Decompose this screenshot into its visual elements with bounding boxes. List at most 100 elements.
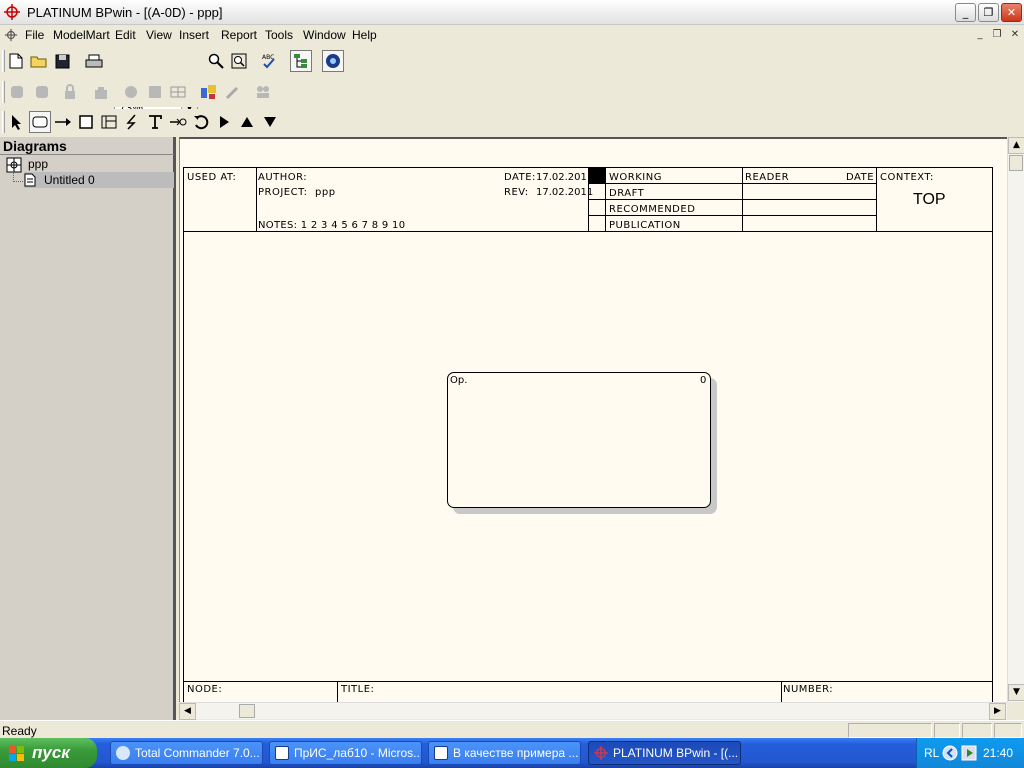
divider <box>0 154 174 155</box>
start-button[interactable]: пуск <box>0 738 97 768</box>
menu-tools[interactable]: Tools <box>265 28 293 42</box>
status-panel <box>962 723 992 738</box>
model-explorer-icon[interactable] <box>290 50 312 72</box>
document-control-icon[interactable] <box>4 28 18 42</box>
undo-icon[interactable] <box>190 111 212 133</box>
mm-merge-icon[interactable] <box>144 81 166 103</box>
restore-button[interactable]: ❐ <box>978 3 999 22</box>
status-working: WORKING <box>609 172 662 183</box>
external-ref-tool-icon[interactable] <box>98 111 120 133</box>
frame-line <box>256 168 257 231</box>
horizontal-scrollbar[interactable]: ◀ ▶ <box>179 702 1007 720</box>
vertical-scrollbar[interactable]: ▲ ▼ <box>1007 137 1024 702</box>
mm-connect-icon[interactable] <box>6 81 28 103</box>
panel-header: Diagrams <box>3 138 67 154</box>
diagram-tree-panel: Diagrams ppp Untitled 0 <box>0 137 176 720</box>
project-label: PROJECT: <box>258 187 308 198</box>
print-icon[interactable] <box>83 50 105 72</box>
activity-box[interactable]: Op. 0 <box>447 372 711 508</box>
total-commander-icon <box>116 746 130 760</box>
menu-help[interactable]: Help <box>352 28 377 42</box>
clock: 21:40 <box>983 746 1014 760</box>
minimize-button[interactable]: _ <box>955 3 976 22</box>
activity-box-tool-icon[interactable] <box>29 111 51 133</box>
new-file-icon[interactable] <box>5 50 27 72</box>
toolbar-grip[interactable] <box>2 111 5 133</box>
task-bpwin[interactable]: PLATINUM BPwin - [(... <box>588 741 741 765</box>
tree-item-untitled-0[interactable]: Untitled 0 <box>24 172 174 188</box>
go-to-parent-icon[interactable] <box>236 111 258 133</box>
mm-library-icon[interactable] <box>90 81 112 103</box>
title-bar[interactable]: PLATINUM BPwin - [(A-0D) - ppp] _ ❐ ✕ <box>0 0 1024 25</box>
rev-value: 17.02.2011 <box>536 187 594 198</box>
task-word-doc-2[interactable]: В качестве примера ... <box>428 741 581 765</box>
task-total-commander[interactable]: Total Commander 7.0... <box>110 741 263 765</box>
menu-file[interactable]: File <box>25 28 44 42</box>
menu-insert[interactable]: Insert <box>179 28 209 42</box>
mdi-minimize-icon[interactable]: _ <box>973 28 987 42</box>
tree-item-label: ppp <box>28 157 49 171</box>
scroll-left-icon[interactable]: ◀ <box>179 703 196 720</box>
zoom-fit-icon[interactable] <box>228 50 250 72</box>
menu-modelmart[interactable]: ModelMart <box>53 28 110 42</box>
mm-disconnect-icon[interactable] <box>31 81 53 103</box>
mm-save-icon[interactable] <box>120 81 142 103</box>
squiggle-tool-icon[interactable] <box>121 111 143 133</box>
node-label: NODE: <box>187 684 223 695</box>
mm-users-icon[interactable] <box>252 81 274 103</box>
menu-view[interactable]: View <box>146 28 172 42</box>
mm-grid-icon[interactable] <box>167 81 189 103</box>
task-label: ПрИС_лаб10 - Micros... <box>294 746 422 760</box>
scroll-thumb[interactable] <box>1009 155 1023 171</box>
word-icon <box>434 746 448 760</box>
mdi-restore-icon[interactable]: ❐ <box>990 28 1004 42</box>
status-publication: PUBLICATION <box>609 220 681 231</box>
scroll-down-icon[interactable]: ▼ <box>1008 684 1024 701</box>
context-value: TOP <box>913 191 946 208</box>
scroll-right-icon[interactable]: ▶ <box>989 703 1006 720</box>
tray-media-icon[interactable] <box>961 745 977 761</box>
standard-toolbar: 73% ▼ ABC <box>0 47 1024 118</box>
date-value: 17.02.2011 <box>536 172 594 183</box>
status-recommended: RECOMMENDED <box>609 204 696 215</box>
activity-number: 0 <box>700 375 707 386</box>
activity-label: Op. <box>450 375 468 386</box>
mdi-close-icon[interactable]: ✕ <box>1008 28 1022 42</box>
task-label: В качестве примера ... <box>453 746 579 760</box>
text-tool-icon[interactable] <box>144 111 166 133</box>
bpwin-app-icon[interactable] <box>4 4 20 20</box>
language-indicator[interactable]: RL <box>924 746 939 760</box>
lock-icon[interactable] <box>59 81 81 103</box>
menu-window[interactable]: Window <box>303 28 346 42</box>
reader-label: READER <box>745 172 790 183</box>
offpage-ref-tool-icon[interactable] <box>167 111 189 133</box>
spell-check-icon[interactable]: ABC <box>259 50 281 72</box>
pointer-tool-icon[interactable] <box>6 111 28 133</box>
open-folder-icon[interactable] <box>28 50 50 72</box>
tray-back-icon[interactable] <box>942 745 958 761</box>
navigator-icon[interactable] <box>322 50 344 72</box>
scroll-up-icon[interactable]: ▲ <box>1008 137 1024 154</box>
status-panel <box>994 723 1022 738</box>
square-tool-icon[interactable] <box>75 111 97 133</box>
menu-report[interactable]: Report <box>221 28 257 42</box>
report-icon[interactable] <box>198 81 220 103</box>
mm-tools-icon[interactable] <box>222 81 244 103</box>
save-icon[interactable] <box>51 50 73 72</box>
scroll-thumb[interactable] <box>239 704 255 718</box>
task-word-doc-1[interactable]: ПрИС_лаб10 - Micros... <box>269 741 422 765</box>
tree-connector <box>13 181 23 182</box>
windows-flag-icon <box>9 746 24 761</box>
toolbar-grip[interactable] <box>2 81 5 103</box>
arrow-tool-icon[interactable] <box>52 111 74 133</box>
status-bar: Ready <box>0 720 1024 738</box>
word-icon <box>275 746 289 760</box>
menu-edit[interactable]: Edit <box>115 28 136 42</box>
zoom-icon[interactable] <box>205 50 227 72</box>
go-to-child-icon[interactable] <box>213 111 235 133</box>
close-button[interactable]: ✕ <box>1001 3 1022 22</box>
go-down-icon[interactable] <box>259 111 281 133</box>
diagram-canvas[interactable]: USED AT: AUTHOR: PROJECT: ppp NOTES: 1 2… <box>179 137 1007 704</box>
task-label: PLATINUM BPwin - [(... <box>613 746 739 760</box>
notes-label: NOTES: 1 2 3 4 5 6 7 8 9 10 <box>258 220 406 231</box>
